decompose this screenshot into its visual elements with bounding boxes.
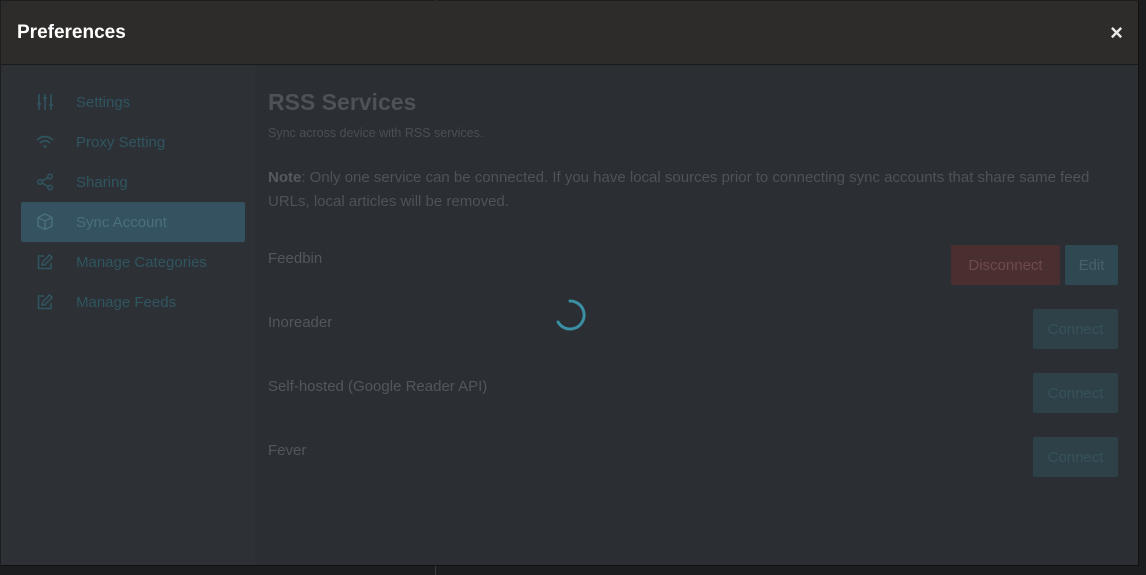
sync-account-panel: RSS Services Sync across device with RSS…: [268, 65, 1118, 565]
sidebar-item-label: Proxy Setting: [76, 133, 166, 151]
connect-button[interactable]: Connect: [1033, 309, 1118, 349]
sidebar-item-proxy-setting[interactable]: Proxy Setting: [21, 122, 245, 162]
edit-button[interactable]: Edit: [1065, 245, 1118, 285]
close-button[interactable]: ×: [1110, 21, 1123, 44]
sidebar-item-sync-account[interactable]: Sync Account: [21, 202, 245, 242]
sidebar-item-manage-feeds[interactable]: Manage Feeds: [21, 282, 245, 322]
service-row-feedbin: Feedbin Disconnect Edit: [268, 238, 1118, 302]
sidebar-item-sharing[interactable]: Sharing: [21, 162, 245, 202]
wifi-icon: [36, 133, 54, 151]
service-name: Self-hosted (Google Reader API): [268, 378, 488, 395]
edit-icon: [36, 253, 54, 271]
cube-icon: [36, 213, 54, 231]
sidebar-item-label: Sharing: [76, 173, 128, 191]
sidebar: Settings Proxy Setting Sharing Sync Acco…: [1, 65, 255, 565]
loading-spinner-icon: [556, 299, 586, 331]
note-text: Note: Only one service can be connected.…: [268, 166, 1128, 214]
note-label: Note: [268, 169, 302, 186]
sidebar-item-label: Settings: [76, 93, 131, 111]
dialog-header: Preferences ×: [1, 1, 1138, 65]
edit-icon: [36, 293, 54, 311]
service-row-self-hosted: Self-hosted (Google Reader API) Connect: [268, 366, 1118, 430]
dialog-title: Preferences: [17, 21, 126, 43]
sidebar-item-manage-categories[interactable]: Manage Categories: [21, 242, 245, 282]
sidebar-item-settings[interactable]: Settings: [21, 82, 245, 122]
connect-button[interactable]: Connect: [1033, 373, 1118, 413]
service-name: Fever: [268, 442, 307, 459]
service-name: Inoreader: [268, 314, 333, 331]
share-icon: [36, 173, 54, 191]
service-list: Feedbin Disconnect Edit Inoreader Connec…: [268, 238, 1118, 494]
connect-button[interactable]: Connect: [1033, 437, 1118, 477]
service-name: Feedbin: [268, 250, 323, 267]
note-body: : Only one service can be connected. If …: [268, 169, 1090, 210]
disconnect-button[interactable]: Disconnect: [951, 245, 1060, 285]
section-description: Sync across device with RSS services.: [268, 126, 484, 140]
sidebar-item-label: Manage Categories: [76, 253, 207, 271]
service-row-inoreader: Inoreader Connect: [268, 302, 1118, 366]
dialog-body: Settings Proxy Setting Sharing Sync Acco…: [1, 65, 1138, 565]
sidebar-item-label: Manage Feeds: [76, 293, 177, 311]
sidebar-item-label: Sync Account: [76, 213, 167, 231]
preferences-dialog: Preferences × Settings Proxy Setting Sha…: [1, 1, 1139, 566]
section-title: RSS Services: [268, 89, 417, 115]
service-row-fever: Fever Connect: [268, 430, 1118, 494]
sliders-icon: [36, 93, 54, 111]
